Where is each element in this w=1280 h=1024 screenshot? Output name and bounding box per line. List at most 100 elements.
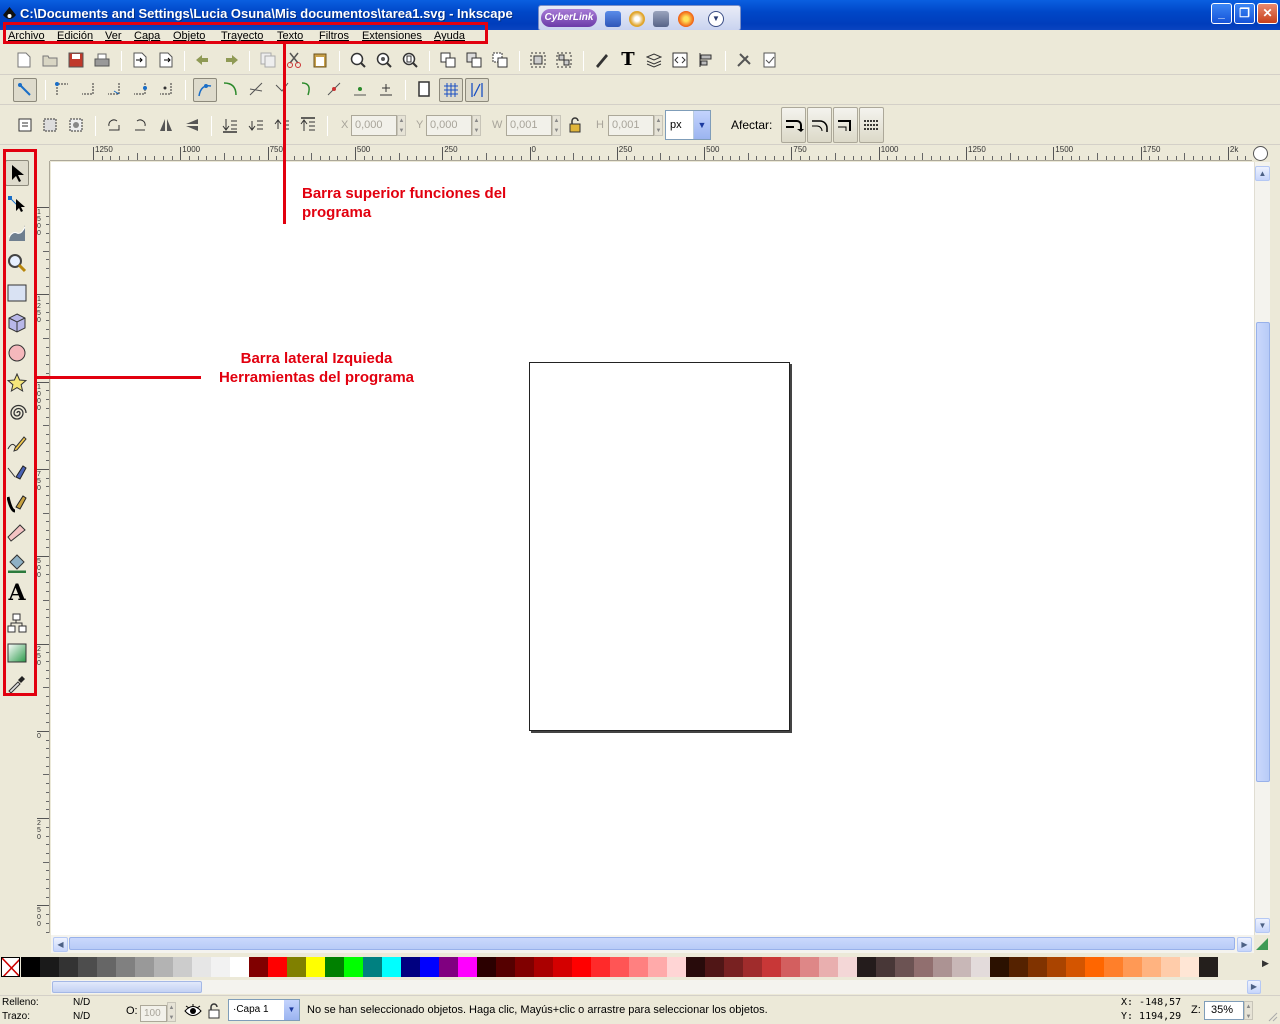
palette-scroll-right-icon[interactable]: ▶ bbox=[1262, 958, 1274, 974]
opacity-field[interactable]: 100 bbox=[140, 1005, 167, 1022]
color-swatch[interactable] bbox=[914, 957, 933, 977]
lower-icon[interactable] bbox=[247, 116, 265, 134]
deselect-icon[interactable] bbox=[67, 116, 85, 134]
unit-select[interactable]: px ▼ bbox=[665, 110, 711, 140]
color-swatch[interactable] bbox=[496, 957, 515, 977]
minimize-button[interactable]: _ bbox=[1211, 3, 1232, 24]
zoom-page-icon[interactable] bbox=[401, 51, 419, 69]
align-distribute-icon[interactable] bbox=[697, 51, 715, 69]
snap-object-center-icon[interactable] bbox=[351, 80, 369, 98]
scroll-left-button[interactable]: ◀ bbox=[53, 937, 68, 952]
color-swatch[interactable] bbox=[762, 957, 781, 977]
paste-icon[interactable] bbox=[311, 51, 329, 69]
scroll-right-button[interactable]: ▶ bbox=[1237, 937, 1252, 952]
select-all-layers-icon[interactable] bbox=[41, 116, 59, 134]
chevron-down-icon[interactable]: ▼ bbox=[284, 1000, 299, 1020]
flip-horizontal-icon[interactable] bbox=[157, 116, 175, 134]
y-spinner[interactable]: ▲ ▼ bbox=[472, 115, 481, 136]
vertical-scrollbar[interactable]: ▲ ▼ bbox=[1254, 162, 1270, 935]
save-icon[interactable] bbox=[67, 51, 85, 69]
color-swatch[interactable] bbox=[477, 957, 496, 977]
color-swatch[interactable] bbox=[230, 957, 249, 977]
affect-patterns-button[interactable] bbox=[859, 107, 884, 143]
color-swatch[interactable] bbox=[971, 957, 990, 977]
color-swatch[interactable] bbox=[952, 957, 971, 977]
color-swatch[interactable] bbox=[1009, 957, 1028, 977]
h-spinner[interactable]: ▲ ▼ bbox=[654, 115, 663, 136]
palette-scroll-right-button[interactable]: ▶ bbox=[1247, 980, 1261, 994]
preferences-icon[interactable] bbox=[735, 51, 753, 69]
lock-ratio-icon[interactable] bbox=[566, 116, 584, 134]
raise-icon[interactable] bbox=[273, 116, 291, 134]
resize-grip-icon[interactable] bbox=[1266, 1010, 1278, 1022]
duplicate-icon[interactable] bbox=[439, 51, 457, 69]
sticky-zoom-icon[interactable] bbox=[1255, 937, 1269, 951]
unlink-clone-icon[interactable] bbox=[491, 51, 509, 69]
vertical-ruler[interactable]: 1500 1250 1000 750 500 250 0 250 500 bbox=[36, 161, 50, 933]
horizontal-scrollbar[interactable]: ◀ ▶ bbox=[51, 935, 1254, 953]
color-swatch[interactable] bbox=[287, 957, 306, 977]
no-paint-swatch[interactable] bbox=[1, 957, 20, 977]
snap-cusp-nodes-icon[interactable] bbox=[273, 80, 291, 98]
color-swatch[interactable] bbox=[173, 957, 192, 977]
zoom-field[interactable]: 35% bbox=[1204, 1001, 1244, 1020]
color-swatch[interactable] bbox=[553, 957, 572, 977]
h-field[interactable]: 0,001 bbox=[608, 115, 654, 136]
color-swatch[interactable] bbox=[116, 957, 135, 977]
scroll-down-button[interactable]: ▼ bbox=[1255, 918, 1270, 933]
export-icon[interactable] bbox=[157, 51, 175, 69]
inkscape-app-icon[interactable] bbox=[3, 7, 16, 21]
copy-icon[interactable] bbox=[259, 51, 277, 69]
color-swatch[interactable] bbox=[705, 957, 724, 977]
cyberlink-flame-icon[interactable] bbox=[678, 11, 694, 27]
color-swatch[interactable] bbox=[268, 957, 287, 977]
color-swatch[interactable] bbox=[534, 957, 553, 977]
clone-icon[interactable] bbox=[465, 51, 483, 69]
color-swatch[interactable] bbox=[78, 957, 97, 977]
color-swatch[interactable] bbox=[876, 957, 895, 977]
color-swatch[interactable] bbox=[933, 957, 952, 977]
color-swatch[interactable] bbox=[1180, 957, 1199, 977]
color-swatch[interactable] bbox=[1028, 957, 1047, 977]
snap-bbox-edge-icon[interactable] bbox=[79, 80, 97, 98]
color-swatch[interactable] bbox=[249, 957, 268, 977]
color-swatch[interactable] bbox=[1199, 957, 1218, 977]
color-swatch[interactable] bbox=[154, 957, 173, 977]
horizontal-scroll-thumb[interactable] bbox=[69, 937, 1235, 950]
color-swatch[interactable] bbox=[990, 957, 1009, 977]
maximize-button[interactable]: ❐ bbox=[1234, 3, 1255, 24]
affect-gradients-button[interactable] bbox=[833, 107, 858, 143]
chevron-down-icon[interactable]: ▼ bbox=[693, 111, 710, 139]
layer-select[interactable]: ·Capa 1 ▼ bbox=[228, 999, 300, 1021]
color-swatch[interactable] bbox=[724, 957, 743, 977]
color-swatch[interactable] bbox=[40, 957, 59, 977]
x-spinner[interactable]: ▲ ▼ bbox=[397, 115, 406, 136]
snap-intersections-icon[interactable] bbox=[247, 80, 265, 98]
snap-paths-icon[interactable] bbox=[221, 80, 239, 98]
color-swatch[interactable] bbox=[363, 957, 382, 977]
cyberlink-chevron-down-icon[interactable]: ▼ bbox=[708, 11, 724, 27]
zoom-selection-icon[interactable] bbox=[349, 51, 367, 69]
stroke-value[interactable]: N/D bbox=[73, 1011, 90, 1022]
close-button[interactable]: ✕ bbox=[1257, 3, 1278, 24]
color-swatch[interactable] bbox=[382, 957, 401, 977]
vertical-scroll-thumb[interactable] bbox=[1256, 322, 1270, 782]
color-swatch[interactable] bbox=[838, 957, 857, 977]
color-swatch[interactable] bbox=[515, 957, 534, 977]
color-swatch[interactable] bbox=[21, 957, 40, 977]
snap-grid-icon[interactable] bbox=[439, 78, 463, 102]
color-swatch[interactable] bbox=[1161, 957, 1180, 977]
color-swatch[interactable] bbox=[629, 957, 648, 977]
cyberlink-edit-icon[interactable] bbox=[605, 11, 621, 27]
color-swatch[interactable] bbox=[97, 957, 116, 977]
cut-icon[interactable] bbox=[285, 51, 303, 69]
color-swatch[interactable] bbox=[572, 957, 591, 977]
color-swatch[interactable] bbox=[135, 957, 154, 977]
color-swatch[interactable] bbox=[819, 957, 838, 977]
color-swatch[interactable] bbox=[458, 957, 477, 977]
group-icon[interactable] bbox=[529, 51, 547, 69]
flip-vertical-icon[interactable] bbox=[183, 116, 201, 134]
snap-bbox-icon[interactable] bbox=[53, 80, 71, 98]
w-spinner[interactable]: ▲ ▼ bbox=[552, 115, 561, 136]
fill-stroke-icon[interactable] bbox=[593, 51, 611, 69]
